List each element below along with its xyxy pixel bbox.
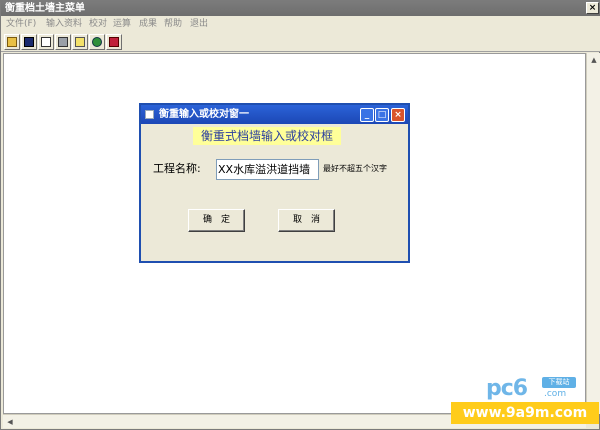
open-icon: [7, 37, 17, 47]
toolbar-find-button[interactable]: [72, 34, 88, 50]
project-name-hint: 最好不超五个汉字: [323, 164, 387, 173]
input-dialog: 衡重输入或校对窗一 _ □ × 衡重式档墙输入或校对框 工程名称: XX水库溢洪…: [139, 103, 410, 263]
dialog-title: 衡重输入或校对窗一: [159, 109, 249, 120]
vertical-scrollbar[interactable]: ▲ ▼: [586, 53, 600, 414]
book-icon: [109, 37, 119, 47]
scroll-up-icon[interactable]: ▲: [589, 55, 599, 65]
dialog-maximize-button[interactable]: □: [375, 108, 389, 122]
dialog-minimize-button[interactable]: _: [360, 108, 374, 122]
toolbar-print-preview-button[interactable]: [38, 34, 54, 50]
project-name-label: 工程名称:: [153, 162, 201, 175]
watermark-url: www.9a9m.com: [451, 402, 599, 424]
menu-check[interactable]: 校对: [89, 18, 107, 30]
main-title-bar: 衡重档土墙主菜单 ×: [1, 1, 600, 16]
main-close-button[interactable]: ×: [586, 2, 599, 14]
watermark-logo-text: pc6: [486, 376, 528, 401]
watermark-com: .com: [544, 389, 567, 399]
save-icon: [24, 37, 34, 47]
globe-icon: [92, 37, 102, 47]
cancel-button[interactable]: 取 消: [278, 209, 335, 232]
dialog-title-bar[interactable]: 衡重输入或校对窗一 _ □ ×: [141, 105, 408, 124]
ok-button[interactable]: 确 定: [188, 209, 245, 232]
watermark-badge: 下载站: [542, 377, 576, 388]
toolbar-print-button[interactable]: [55, 34, 71, 50]
dialog-close-button[interactable]: ×: [391, 108, 405, 122]
watermark-logo: pc6 下载站 .com: [486, 377, 576, 401]
app-window: 衡重档土墙主菜单 × 文件(F) 输入资料 校对 运算 成果 帮助 退出 ▲ ◀…: [0, 0, 600, 430]
dialog-heading: 衡重式档墙输入或校对框: [193, 127, 341, 145]
menu-bar: 文件(F) 输入资料 校对 运算 成果 帮助 退出: [1, 16, 600, 32]
toolbar-save-button[interactable]: [21, 34, 37, 50]
toolbar-book-button[interactable]: [106, 34, 122, 50]
print-preview-icon: [41, 37, 51, 47]
window-icon: [145, 110, 154, 119]
menu-exit[interactable]: 退出: [190, 18, 208, 30]
scroll-left-icon[interactable]: ◀: [5, 417, 15, 427]
print-icon: [58, 37, 68, 47]
menu-input-data[interactable]: 输入资料: [46, 18, 82, 30]
menu-help[interactable]: 帮助: [164, 18, 182, 30]
toolbar: [1, 32, 600, 52]
find-icon: [75, 37, 85, 47]
project-name-input[interactable]: XX水库溢洪道挡墙: [216, 159, 319, 180]
main-window-title: 衡重档土墙主菜单: [5, 3, 85, 14]
menu-compute[interactable]: 运算: [113, 18, 131, 30]
toolbar-open-button[interactable]: [4, 34, 20, 50]
menu-results[interactable]: 成果: [139, 18, 157, 30]
toolbar-globe-button[interactable]: [89, 34, 105, 50]
menu-file[interactable]: 文件(F): [6, 18, 36, 30]
